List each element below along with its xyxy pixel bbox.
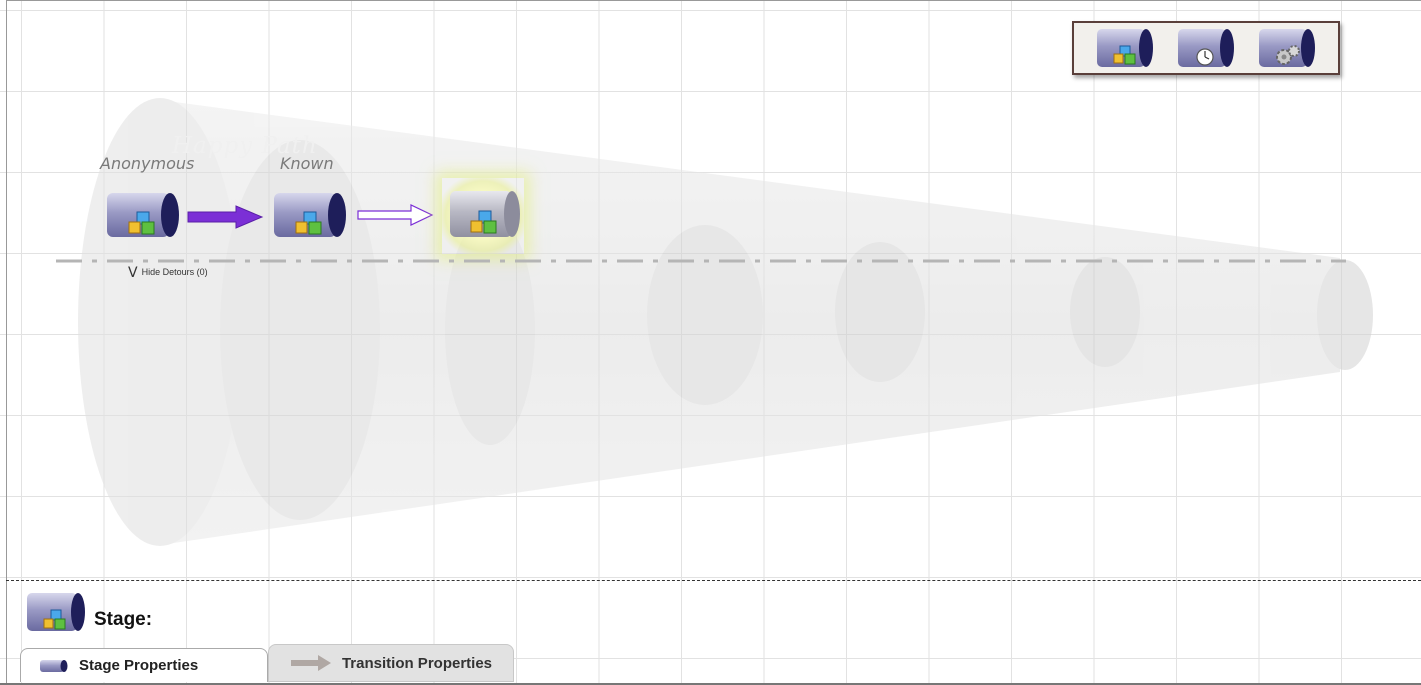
transition-arrow-filled-icon[interactable] [186,205,266,229]
stage-clock-icon[interactable] [1175,26,1237,70]
tab-transition-properties[interactable]: Transition Properties [268,644,514,682]
hide-detours-toggle[interactable]: V Hide Detours (0) [128,265,208,281]
properties-heading-label: Stage: [94,609,153,630]
stage-blocks-icon[interactable] [1094,26,1156,70]
chevron-down-icon: V [128,265,138,281]
stage-blocks-icon[interactable] [270,190,348,242]
stage-blocks-icon[interactable] [103,190,181,242]
tab-label: Stage Properties [79,657,199,674]
transition-arrow-gray-icon [290,655,331,671]
tab-stage-properties[interactable]: Stage Properties [20,648,268,682]
hide-detours-label: Hide Detours (0) [141,267,208,277]
stage-label-anonymous: Anonymous [100,154,195,173]
happy-path-divider [56,259,1346,263]
stage-toolbox [1072,21,1340,75]
stage-label-known: Known [280,154,334,173]
stage-gear-icon[interactable] [1256,26,1318,70]
happy-path-watermark [78,98,1373,546]
properties-panel-divider [6,580,1421,581]
tab-label: Transition Properties [341,654,493,672]
transition-arrow-outline-icon[interactable] [356,203,436,227]
properties-heading: Stage: [24,590,152,634]
stage-blocks-icon [27,593,85,631]
stage-small-icon [40,659,68,672]
stage-blocks-icon[interactable] [446,188,524,242]
